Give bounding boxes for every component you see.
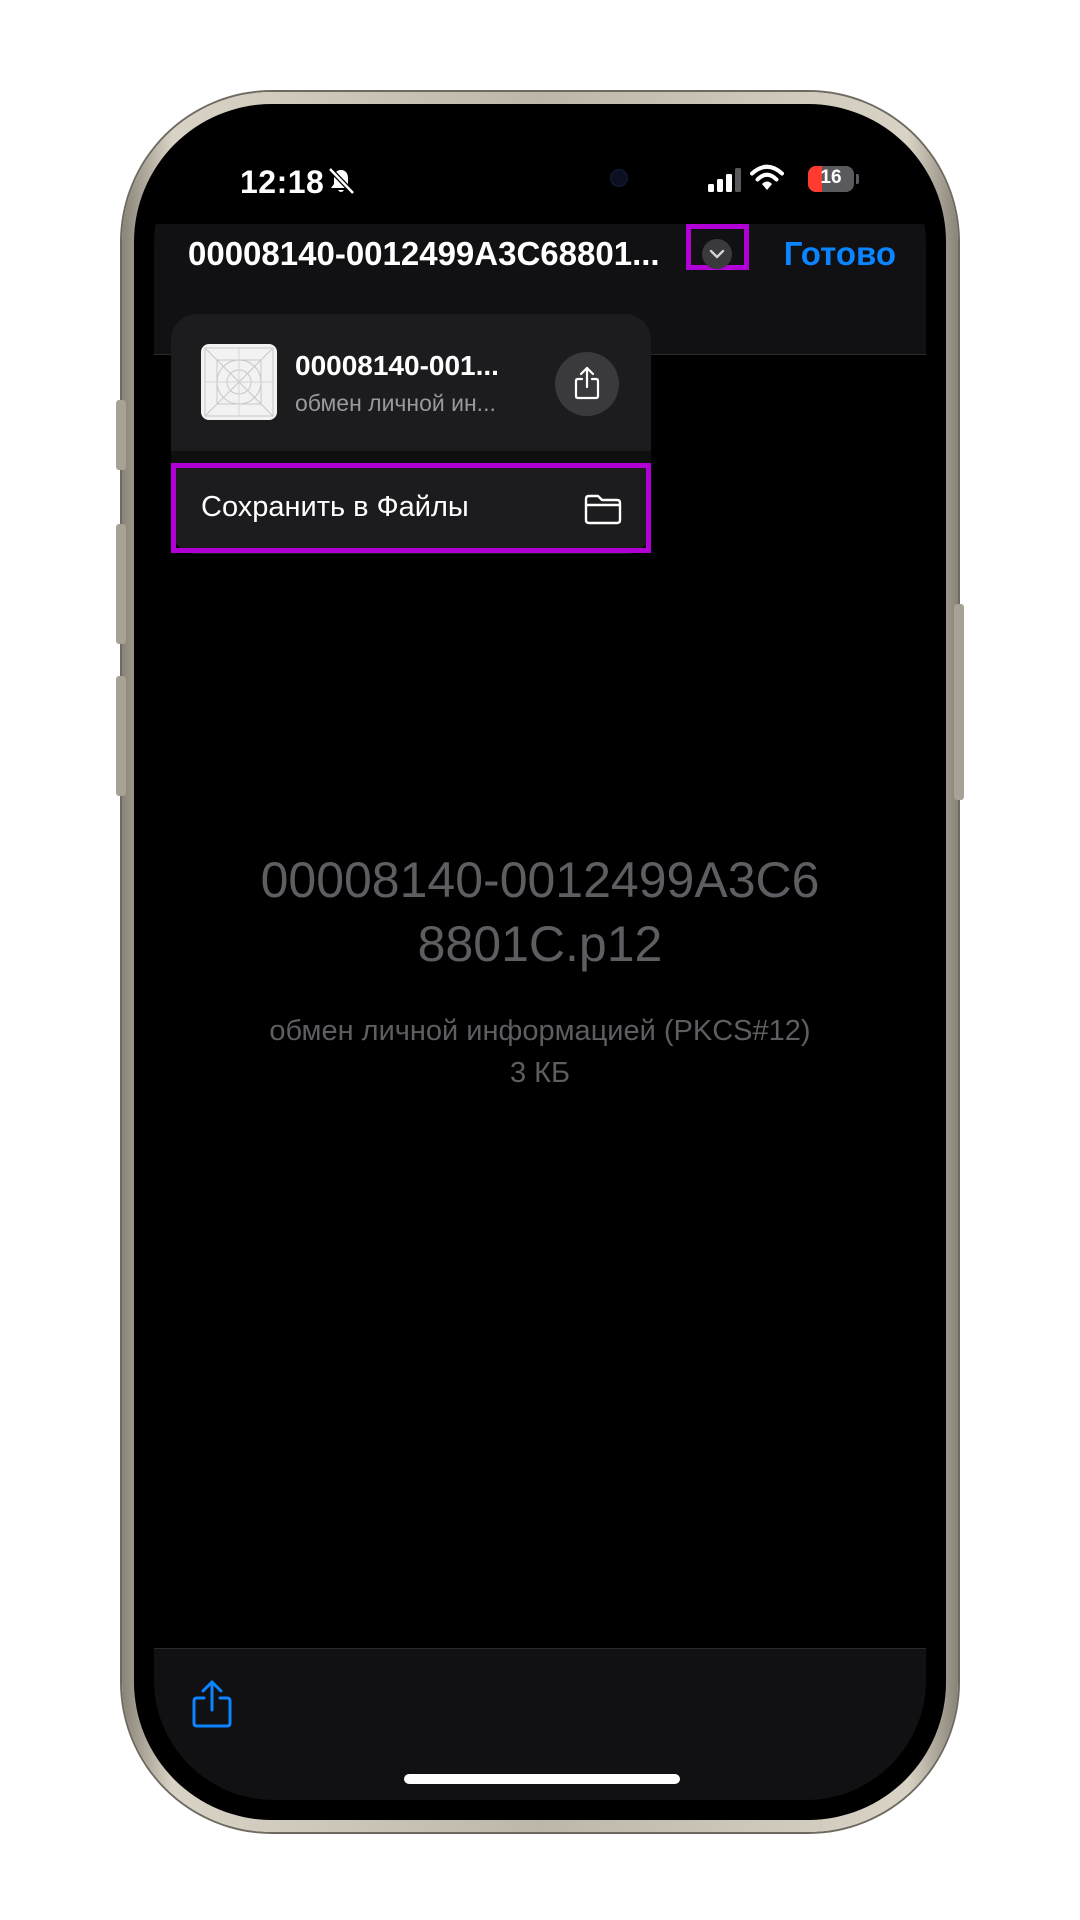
volume-down-button (116, 676, 126, 796)
menu-file-name: 00008140-001... (295, 350, 499, 381)
battery-level: 16 (820, 167, 842, 188)
menu-share-button[interactable] (555, 352, 619, 416)
chevron-down-icon (709, 249, 725, 259)
document-type: обмен личной информацией (PKCS#12) (269, 1015, 811, 1047)
volume-up-button (116, 524, 126, 644)
camera-lens (610, 169, 628, 187)
status-time: 12:18 (240, 164, 325, 200)
document-placeholder-icon (204, 347, 274, 417)
file-thumbnail (201, 344, 277, 420)
save-to-files-highlight (171, 463, 651, 553)
phone-screen: 12:18 16 00008140-0012499A3C68801... Гот… (154, 124, 926, 1800)
title-menu-button[interactable] (702, 239, 732, 269)
battery-icon: 16 (808, 166, 854, 192)
action-button (116, 400, 126, 470)
document-name-line-1: 00008140-0012499A3C6 (260, 852, 820, 908)
dynamic-island (426, 144, 654, 214)
menu-file-header: 00008140-001... обмен личной ин... (171, 314, 651, 451)
home-indicator[interactable] (404, 1774, 680, 1784)
done-button[interactable]: Готово (784, 224, 896, 284)
bell-slash-icon (328, 167, 355, 195)
document-name-line-2: 8801C.p12 (417, 916, 663, 972)
menu-divider (171, 451, 651, 463)
document-size: 3 КБ (509, 1057, 571, 1089)
battery-cap (856, 174, 859, 184)
screenshot-stage: 12:18 16 00008140-0012499A3C68801... Гот… (0, 0, 1080, 1920)
share-icon[interactable] (190, 1679, 234, 1729)
menu-file-type: обмен личной ин... (295, 390, 496, 416)
wifi-icon (750, 164, 784, 190)
signal-icon (708, 168, 741, 192)
document-title: 00008140-0012499A3C68801... (188, 235, 660, 272)
document-name: 00008140-0012499A3C6 8801C.p12 (194, 848, 886, 976)
power-button (954, 604, 964, 800)
share-icon (574, 366, 600, 400)
